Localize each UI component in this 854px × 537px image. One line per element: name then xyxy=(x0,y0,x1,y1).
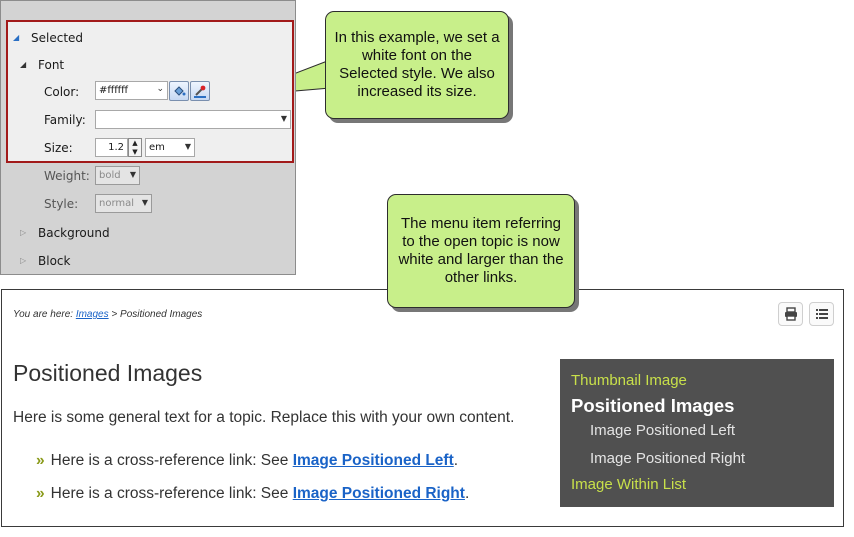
double-chevron-icon: » xyxy=(36,452,45,469)
dropdown-arrow-icon: ▼ xyxy=(129,170,136,179)
xref-text: Here is a cross-reference link: See xyxy=(50,452,289,469)
print-button[interactable] xyxy=(778,302,803,326)
expand-triangle-icon[interactable]: ▷ xyxy=(20,228,26,237)
family-label: Family: xyxy=(44,113,86,127)
menu-item-image-within-list[interactable]: Image Within List xyxy=(571,476,686,493)
color-label: Color: xyxy=(44,85,80,99)
collapse-triangle-icon[interactable]: ◢ xyxy=(13,33,19,42)
menu-item-positioned-images-selected[interactable]: Positioned Images xyxy=(571,395,734,417)
stepper-up-icon[interactable]: ▲ xyxy=(129,139,141,148)
breadcrumb-current: Positioned Images xyxy=(120,309,203,320)
page-title: Positioned Images xyxy=(13,360,203,386)
style-select[interactable]: normal ▼ xyxy=(95,194,152,213)
list-item: » Here is a cross-reference link: See Ima… xyxy=(36,485,469,503)
size-label: Size: xyxy=(44,141,73,155)
color-select[interactable]: #ffffff ⌄ xyxy=(95,81,168,100)
family-select[interactable]: ▼ xyxy=(95,110,291,129)
xref-link-image-positioned-right[interactable]: Image Positioned Right xyxy=(293,485,465,502)
breadcrumb: You are here: Images > Positioned Images xyxy=(13,309,202,320)
collapse-triangle-icon[interactable]: ◢ xyxy=(20,60,26,69)
expand-triangle-icon[interactable]: ▷ xyxy=(20,256,26,265)
dropdown-arrow-icon: ▼ xyxy=(280,114,287,123)
color-value: #ffffff xyxy=(99,85,129,96)
font-node-label[interactable]: Font xyxy=(38,58,64,72)
xref-text: Here is a cross-reference link: See xyxy=(50,485,289,502)
top-callout: In this example, we set a white font on … xyxy=(325,11,509,119)
paint-bucket-icon xyxy=(174,86,186,96)
chevron-down-icon: ⌄ xyxy=(156,84,164,94)
menu-item-image-positioned-right[interactable]: Image Positioned Right xyxy=(590,450,745,467)
weight-label: Weight: xyxy=(44,169,90,183)
xref-end: . xyxy=(453,452,459,469)
stepper-down-icon[interactable]: ▼ xyxy=(129,148,141,157)
breadcrumb-link-images[interactable]: Images xyxy=(76,309,109,320)
eyedropper-button[interactable] xyxy=(190,81,210,101)
size-stepper[interactable]: ▲ ▼ xyxy=(128,138,142,157)
selected-node-label[interactable]: Selected xyxy=(31,31,83,45)
breadcrumb-separator: > xyxy=(111,309,118,320)
size-unit-value: em xyxy=(149,142,165,153)
dropdown-arrow-icon: ▼ xyxy=(141,198,148,207)
size-value: 1.2 xyxy=(108,142,124,153)
print-icon xyxy=(784,307,797,321)
toc-list-button[interactable] xyxy=(809,302,834,326)
double-chevron-icon: » xyxy=(36,485,45,502)
list-icon xyxy=(815,309,828,319)
intro-paragraph: Here is some general text for a topic. R… xyxy=(13,409,515,426)
weight-select[interactable]: bold ▼ xyxy=(95,166,140,185)
xref-link-image-positioned-left[interactable]: Image Positioned Left xyxy=(293,452,454,469)
breadcrumb-prefix: You are here: xyxy=(13,309,74,320)
side-menu: Thumbnail Image Positioned Images Image … xyxy=(560,359,834,507)
menu-item-image-positioned-left[interactable]: Image Positioned Left xyxy=(590,422,735,439)
list-item: » Here is a cross-reference link: See Ima… xyxy=(36,452,458,470)
background-node-label[interactable]: Background xyxy=(38,226,110,240)
eyedropper-icon xyxy=(194,85,206,98)
weight-value: bold xyxy=(99,170,121,181)
paint-bucket-button[interactable] xyxy=(169,81,189,101)
size-input[interactable]: 1.2 xyxy=(95,138,128,157)
xref-end: . xyxy=(464,485,470,502)
style-value: normal xyxy=(99,198,135,209)
style-label: Style: xyxy=(44,197,79,211)
block-node-label[interactable]: Block xyxy=(38,254,70,268)
menu-callout: The menu item referring to the open topi… xyxy=(387,194,575,308)
menu-item-thumbnail-image[interactable]: Thumbnail Image xyxy=(571,372,687,389)
dropdown-arrow-icon: ▼ xyxy=(184,142,191,151)
style-properties-panel: ◢ Selected ◢ Font Color: #ffffff ⌄ Famil… xyxy=(0,0,296,275)
size-unit-select[interactable]: em ▼ xyxy=(145,138,195,157)
